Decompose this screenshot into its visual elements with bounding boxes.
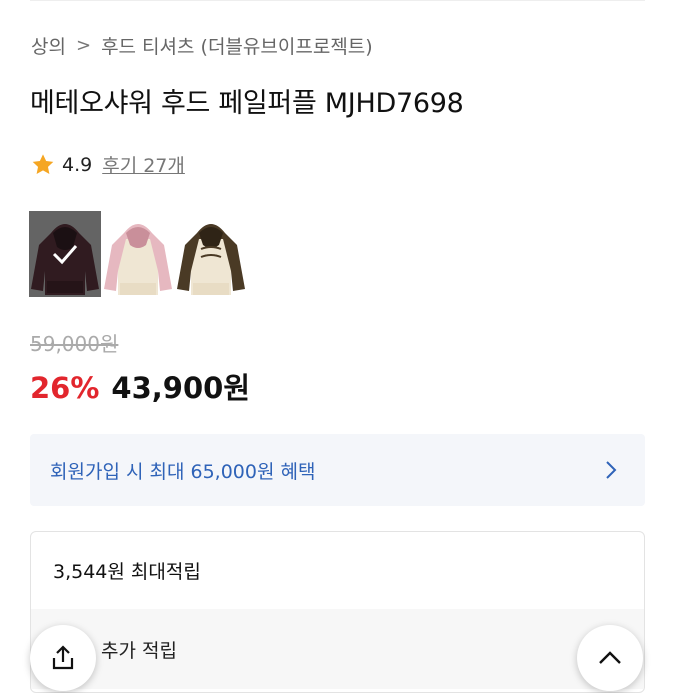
benefit-text: 회원가입 시 최대 65,000원 혜택: [50, 460, 316, 483]
star-icon: [32, 153, 54, 174]
extra-points-label: 추가 적립: [101, 639, 177, 662]
color-option-2[interactable]: [102, 211, 174, 297]
price-row: 26% 43,900원: [30, 365, 250, 407]
check-icon: [52, 245, 78, 265]
reviews-link[interactable]: 후기 27개: [102, 151, 185, 178]
signup-benefit-banner[interactable]: 회원가입 시 최대 65,000원 혜택: [30, 434, 645, 506]
original-price: 59,000원: [30, 332, 119, 356]
points-panel: 3,544원 최대적립 추가 적립: [30, 531, 645, 693]
breadcrumb-category[interactable]: 후드 티셔츠 (더블유브이프로젝트): [101, 32, 373, 59]
extra-points-row[interactable]: 추가 적립: [31, 609, 644, 689]
rating-score: 4.9: [62, 153, 93, 176]
breadcrumb: 상의 > 후드 티셔츠 (더블유브이프로젝트): [31, 32, 373, 59]
max-points: 3,544원 최대적립: [53, 561, 201, 583]
color-option-1[interactable]: [29, 211, 101, 297]
breadcrumb-separator: >: [75, 35, 92, 56]
color-options: [29, 211, 247, 297]
share-icon: [52, 645, 74, 670]
share-button[interactable]: [30, 625, 96, 691]
scroll-top-button[interactable]: [577, 625, 643, 691]
hoodie-thumbnail-2: [102, 211, 174, 297]
rating: 4.9 후기 27개: [30, 151, 185, 178]
chevron-right-icon: [606, 461, 617, 479]
top-divider: [30, 0, 645, 1]
breadcrumb-root[interactable]: 상의: [31, 32, 66, 59]
chevron-up-icon: [599, 651, 621, 664]
product-title: 메테오샤워 후드 페일퍼플 MJHD7698: [30, 88, 464, 119]
discount-rate: 26%: [30, 371, 100, 405]
hoodie-thumbnail-3: [175, 211, 247, 297]
sale-price: 43,900원: [111, 371, 251, 405]
color-option-3[interactable]: [175, 211, 247, 297]
